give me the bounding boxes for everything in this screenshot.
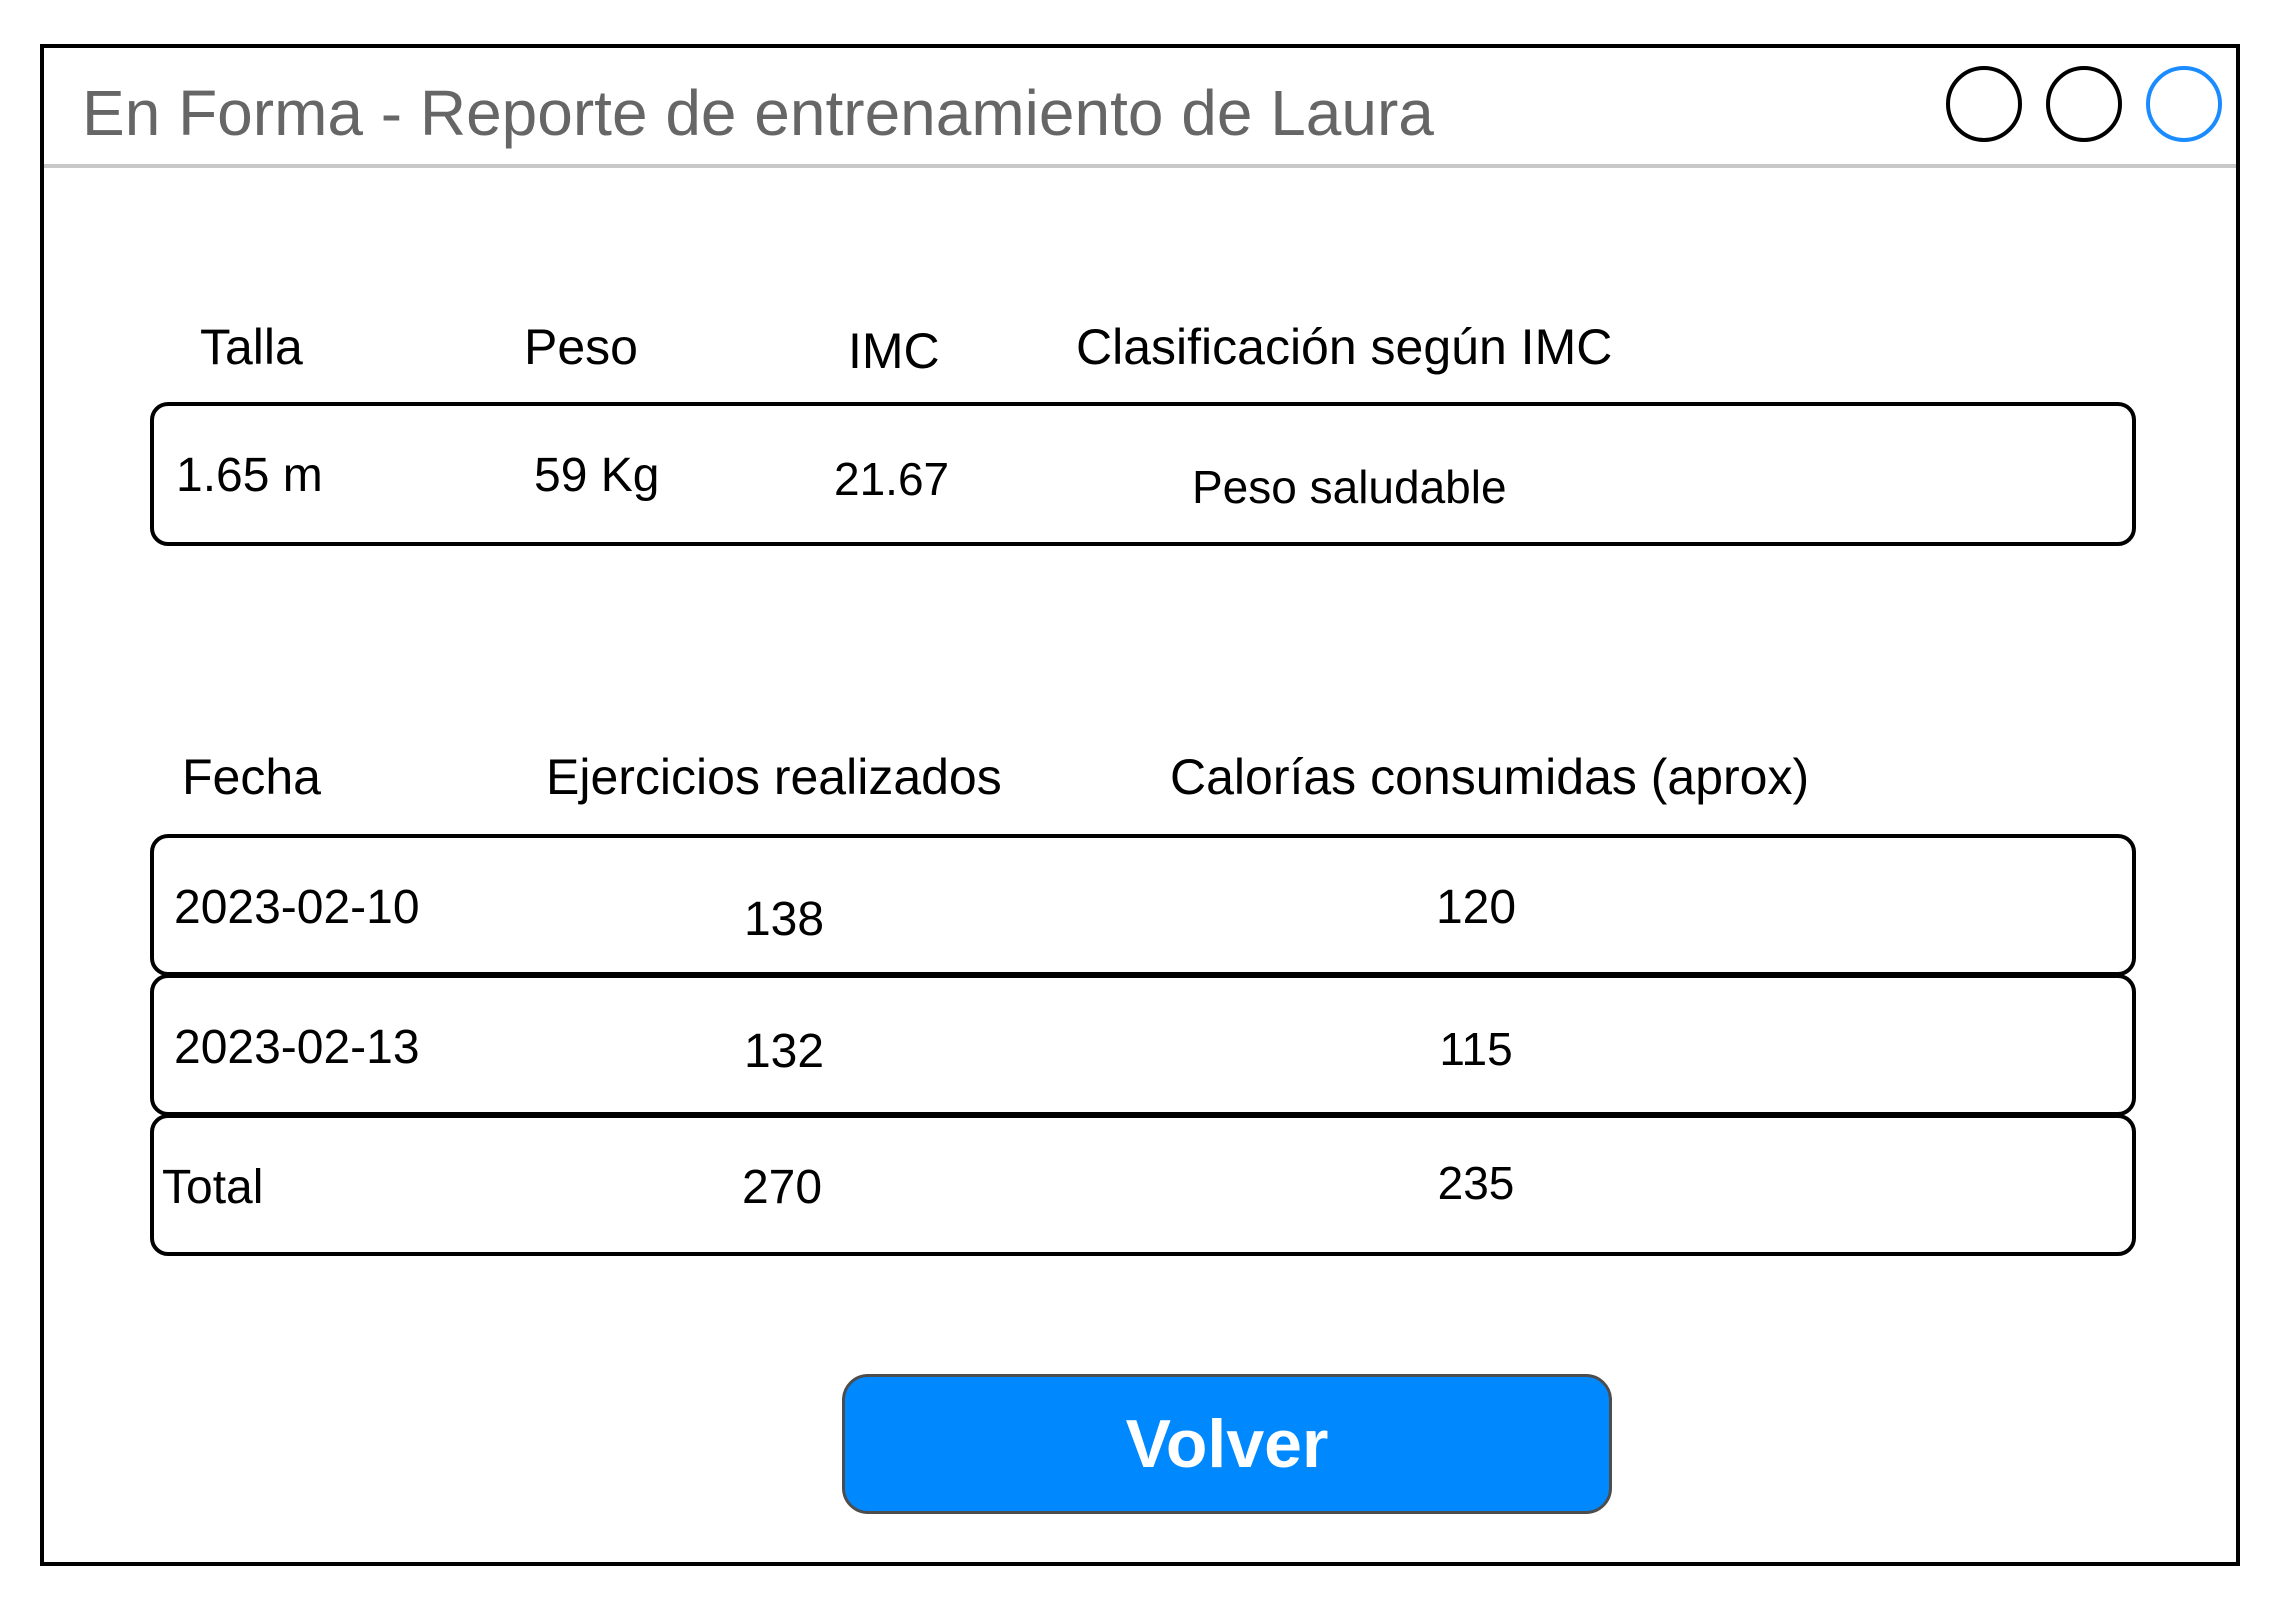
row-ejercicios: 132 [743,1025,825,1078]
row-fecha: 2023-02-10 [174,881,420,934]
row-fecha: Total [162,1161,264,1214]
value-imc: 21.67 [834,453,950,505]
table-row [150,834,2136,976]
header-clasificacion: Clasificación según IMC [1076,319,1613,375]
volver-button-label: Volver [1125,1406,1329,1482]
header-imc: IMC [848,323,940,379]
window-control-button-2[interactable] [2046,66,2122,142]
value-talla: 1.65 m [176,449,323,502]
header-talla: Talla [200,319,303,375]
window-control-button-3[interactable] [2146,66,2222,142]
row-calorias: 235 [1437,1157,1515,1209]
row-calorias: 115 [1439,1023,1513,1075]
row-ejercicios: 138 [743,893,825,946]
window-control-button-1[interactable] [1946,66,2022,142]
table-row [150,974,2136,1116]
value-peso: 59 Kg [534,449,660,502]
volver-button[interactable]: Volver [842,1374,1612,1514]
row-ejercicios: 270 [741,1161,823,1214]
row-fecha: 2023-02-13 [174,1021,420,1074]
row-calorias: 120 [1435,881,1517,934]
value-clasificacion: Peso saludable [1192,461,1507,513]
title-bar: En Forma - Reporte de entrenamiento de L… [44,48,2236,168]
header-ejercicios: Ejercicios realizados [546,749,1002,805]
header-fecha: Fecha [182,749,321,805]
metrics-row [150,402,2136,546]
header-peso: Peso [524,319,638,375]
table-row-total [150,1114,2136,1256]
window-title: En Forma - Reporte de entrenamiento de L… [82,77,1434,149]
app-window: En Forma - Reporte de entrenamiento de L… [40,44,2240,1566]
header-calorias: Calorías consumidas (aprox) [1170,749,1810,805]
